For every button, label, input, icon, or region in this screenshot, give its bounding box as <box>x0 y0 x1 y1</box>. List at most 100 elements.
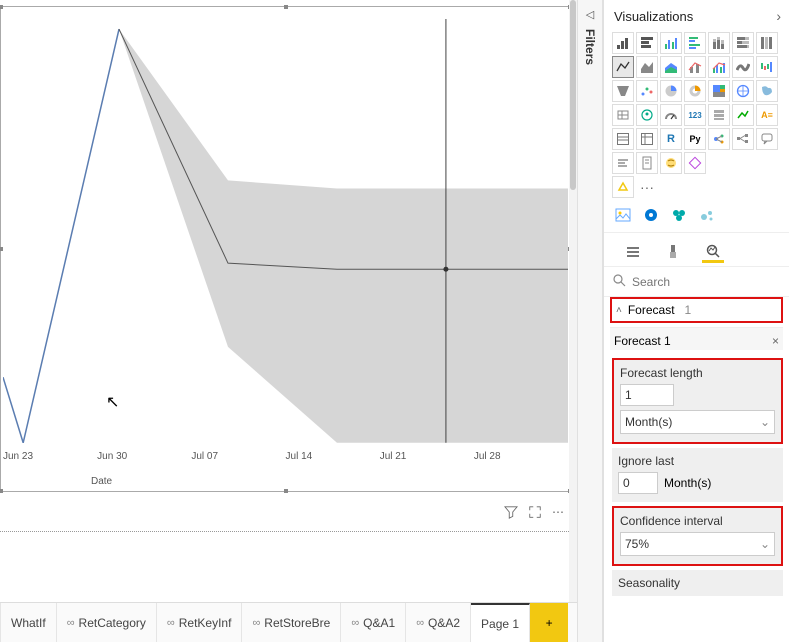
line-chart-icon[interactable] <box>612 56 634 78</box>
shape-map-icon[interactable] <box>612 104 634 126</box>
confidence-label: Confidence interval <box>620 514 775 528</box>
vertical-scrollbar[interactable] <box>569 0 577 642</box>
more-options-icon[interactable]: ⋯ <box>552 505 565 522</box>
tab-label: RetStoreBre <box>264 616 330 630</box>
custom-visuals-row <box>604 202 789 233</box>
smart-narrative-icon[interactable] <box>612 152 634 174</box>
qa-visual-icon[interactable] <box>756 128 778 150</box>
decomposition-tree-icon[interactable] <box>732 128 754 150</box>
forecast-marker <box>443 267 448 272</box>
filter-icon[interactable] <box>504 505 518 522</box>
close-icon[interactable]: × <box>772 334 779 348</box>
link-icon: ∞ <box>351 617 359 629</box>
stacked-bar-icon[interactable] <box>612 32 634 54</box>
ignore-last-input[interactable] <box>618 472 658 494</box>
power-apps-icon[interactable] <box>684 152 706 174</box>
arcgis-map-icon[interactable] <box>660 152 682 174</box>
forecast-length-label: Forecast length <box>620 366 775 380</box>
tab-retcategory[interactable]: ∞RetCategory <box>57 603 157 642</box>
tab-label: WhatIf <box>11 616 46 630</box>
bubbles-icon[interactable] <box>698 206 716 224</box>
pie-icon[interactable] <box>660 80 682 102</box>
table-icon[interactable] <box>612 128 634 150</box>
clustered-bar-icon[interactable] <box>660 32 682 54</box>
chevron-left-icon[interactable]: ◁ <box>586 8 594 21</box>
focus-mode-icon[interactable] <box>528 505 542 522</box>
forecast-length-unit-select[interactable]: Month(s) ⌄ <box>620 410 775 434</box>
select-value: Month(s) <box>625 415 672 429</box>
tab-retstorebre[interactable]: ∞RetStoreBre <box>242 603 341 642</box>
link-icon: ∞ <box>167 617 175 629</box>
stacked-column-100-icon[interactable] <box>732 32 754 54</box>
resize-handle[interactable] <box>284 5 288 9</box>
python-visual-icon[interactable]: Py <box>684 128 706 150</box>
chevron-right-icon[interactable]: › <box>776 8 781 24</box>
pane-tabs <box>604 233 789 267</box>
image-visual-icon[interactable] <box>614 206 632 224</box>
tab-retkeyinf[interactable]: ∞RetKeyInf <box>157 603 243 642</box>
100-stacked-icon[interactable] <box>756 32 778 54</box>
line-clustered-column-icon[interactable] <box>708 56 730 78</box>
resize-handle[interactable] <box>284 489 288 493</box>
get-more-visuals-icon[interactable] <box>612 176 634 198</box>
stacked-bar-100-icon[interactable] <box>708 32 730 54</box>
search-input[interactable] <box>632 275 787 289</box>
kpi-icon[interactable] <box>732 104 754 126</box>
fields-tab-icon[interactable] <box>622 241 644 263</box>
tab-whatif[interactable]: WhatIf <box>0 603 57 642</box>
x-tick: Jun 23 <box>3 451 97 473</box>
clustered-column-icon[interactable] <box>684 32 706 54</box>
filters-pane-collapsed[interactable]: ◁ Filters <box>577 0 603 642</box>
add-page-button[interactable]: + <box>530 603 568 642</box>
forecast-section-header[interactable]: ˄ Forecast 1 <box>610 297 783 323</box>
stacked-area-icon[interactable] <box>660 56 682 78</box>
gauge-icon[interactable] <box>660 104 682 126</box>
key-influencers-icon[interactable] <box>708 128 730 150</box>
tab-label: Page 1 <box>481 617 519 631</box>
tab-qa2[interactable]: ∞ Q&A2 <box>406 603 471 642</box>
forecast-instance-card[interactable]: Forecast 1 × <box>610 327 783 350</box>
x-tick: Jun 30 <box>97 451 191 473</box>
tab-qa1[interactable]: ∞Q&A1 <box>341 603 406 642</box>
resize-handle[interactable] <box>0 489 3 493</box>
filled-map-icon[interactable] <box>756 80 778 102</box>
multi-row-card-icon[interactable] <box>708 104 730 126</box>
globe-data-icon[interactable] <box>642 206 660 224</box>
confidence-select[interactable]: 75% ⌄ <box>620 532 775 556</box>
x-tick: Jul 28 <box>474 451 568 473</box>
format-tab-icon[interactable] <box>662 241 684 263</box>
chart-visual-frame[interactable]: Jun 23 Jun 30 Jul 07 Jul 14 Jul 21 Jul 2… <box>0 6 571 492</box>
analytics-tab-icon[interactable] <box>702 241 724 263</box>
paginated-report-icon[interactable] <box>636 152 658 174</box>
treemap-icon[interactable] <box>708 80 730 102</box>
ribbon-chart-icon[interactable] <box>732 56 754 78</box>
forecast-length-input[interactable] <box>620 384 674 406</box>
stacked-column-icon[interactable] <box>636 32 658 54</box>
tab-label: Q&A2 <box>428 616 460 630</box>
forecast-band <box>119 29 568 443</box>
scatter-icon[interactable] <box>636 80 658 102</box>
matrix-icon[interactable] <box>636 128 658 150</box>
slicer-icon[interactable]: A≡ <box>756 104 778 126</box>
r-visual-icon[interactable]: R <box>660 128 682 150</box>
tab-page1[interactable]: Page 1 <box>471 603 530 642</box>
funnel-icon[interactable] <box>612 80 634 102</box>
x-tick: Jul 21 <box>380 451 474 473</box>
chevron-down-icon: ⌄ <box>760 537 770 551</box>
azure-map-icon[interactable] <box>636 104 658 126</box>
resize-handle[interactable] <box>0 5 3 9</box>
seasonality-label: Seasonality <box>618 576 777 590</box>
donut-icon[interactable] <box>684 80 706 102</box>
scrollbar-thumb[interactable] <box>570 0 576 190</box>
more-visuals-icon[interactable]: ··· <box>636 176 658 198</box>
search-row <box>604 267 789 297</box>
chevron-up-icon: ˄ <box>616 305 622 316</box>
map-icon[interactable] <box>732 80 754 102</box>
link-icon: ∞ <box>416 617 424 629</box>
waterfall-icon[interactable] <box>756 56 778 78</box>
card-icon[interactable]: 123 <box>684 104 706 126</box>
area-chart-icon[interactable] <box>636 56 658 78</box>
confidence-interval-group: Confidence interval 75% ⌄ <box>612 506 783 566</box>
clustered-blobs-icon[interactable] <box>670 206 688 224</box>
line-stacked-column-icon[interactable] <box>684 56 706 78</box>
